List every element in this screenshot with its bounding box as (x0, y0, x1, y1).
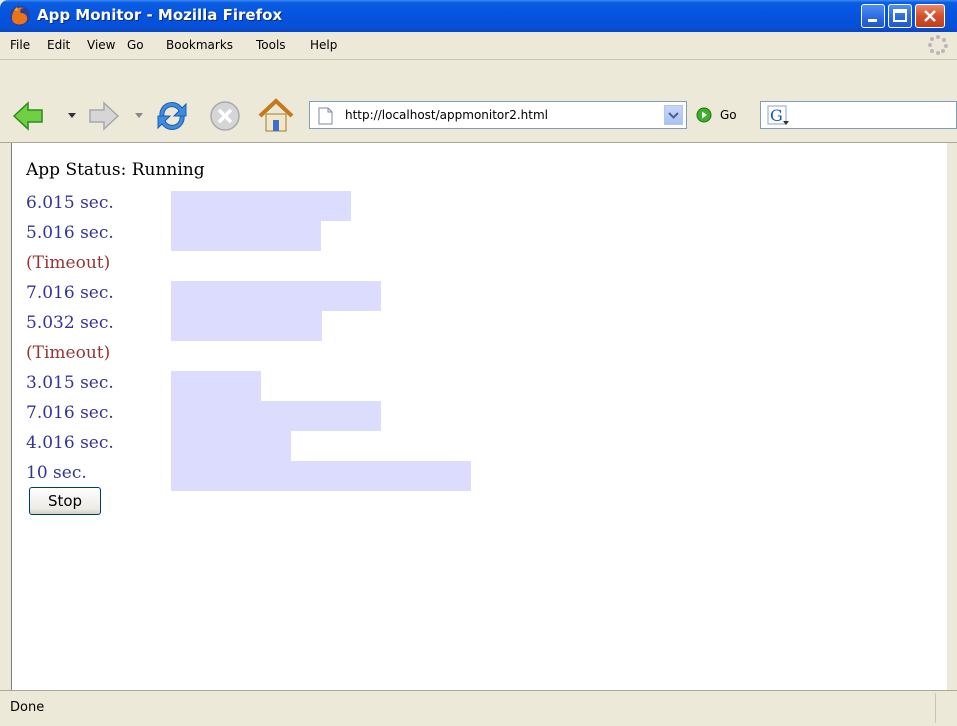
status-bar: Done (0, 690, 957, 726)
minimize-button[interactable] (861, 4, 885, 28)
duration-bar (171, 311, 322, 341)
result-row: 5.016 sec. (26, 220, 526, 251)
duration-bar (171, 281, 381, 311)
url-bar[interactable]: http://localhost/appmonitor2.html (309, 101, 687, 129)
close-button[interactable] (915, 4, 945, 28)
duration-label: 6.015 sec. (26, 193, 114, 213)
duration-label: 4.016 sec. (26, 433, 114, 453)
resize-grip-icon[interactable] (935, 693, 957, 723)
duration-label: 10 sec. (26, 463, 87, 483)
google-icon[interactable]: G (767, 105, 791, 127)
app-status-text: App Status: Running (26, 160, 205, 180)
duration-bar (171, 221, 321, 251)
url-text[interactable]: http://localhost/appmonitor2.html (345, 108, 548, 122)
result-row: 6.015 sec. (26, 190, 526, 221)
reload-icon[interactable] (152, 96, 192, 136)
menu-edit[interactable]: Edit (47, 38, 70, 52)
result-row: 10 sec. (26, 460, 526, 491)
menu-tools[interactable]: Tools (256, 38, 286, 52)
back-dropdown-icon[interactable] (67, 112, 77, 120)
back-icon[interactable] (10, 98, 46, 134)
timeout-label: (Timeout) (26, 253, 111, 273)
duration-bar (171, 191, 351, 221)
timeout-label: (Timeout) (26, 343, 111, 363)
duration-bar (171, 431, 291, 461)
result-row: 7.016 sec. (26, 280, 526, 311)
duration-label: 5.016 sec. (26, 223, 114, 243)
result-row: (Timeout) (26, 340, 526, 370)
svg-text:G: G (770, 106, 783, 125)
page-content: App Status: Running 6.015 sec. 5.016 sec.… (11, 143, 947, 690)
minimize-icon (868, 19, 877, 22)
stop-button[interactable]: Stop (29, 487, 101, 515)
menu-file[interactable]: File (10, 38, 30, 52)
menu-view[interactable]: View (87, 38, 115, 52)
throbber-icon (928, 35, 948, 55)
result-row: 4.016 sec. (26, 430, 526, 461)
result-row: (Timeout) (26, 250, 526, 280)
duration-bar (171, 371, 261, 401)
result-row: 5.032 sec. (26, 310, 526, 341)
window-title: App Monitor - Mozilla Firefox (37, 6, 283, 24)
close-icon (924, 10, 936, 22)
firefox-icon (10, 6, 30, 26)
duration-bar (171, 401, 381, 431)
browser-window: App Monitor - Mozilla Firefox File Edit … (0, 0, 957, 726)
duration-label: 7.016 sec. (26, 403, 114, 423)
duration-label: 3.015 sec. (26, 373, 114, 393)
url-dropdown-button[interactable] (664, 105, 683, 125)
stop-icon[interactable] (207, 98, 243, 134)
duration-label: 5.032 sec. (26, 313, 114, 333)
duration-label: 7.016 sec. (26, 283, 114, 303)
menu-help[interactable]: Help (310, 38, 337, 52)
result-row: 3.015 sec. (26, 370, 526, 401)
result-row: 7.016 sec. (26, 400, 526, 431)
home-icon[interactable] (256, 96, 296, 136)
status-text: Done (10, 700, 45, 715)
search-box[interactable]: G (760, 101, 957, 129)
go-icon[interactable] (696, 107, 712, 123)
page-icon (318, 107, 333, 125)
forward-icon[interactable] (86, 98, 122, 134)
go-button[interactable]: Go (720, 108, 737, 122)
maximize-icon (893, 9, 907, 22)
maximize-button[interactable] (888, 4, 912, 28)
forward-dropdown-icon[interactable] (134, 112, 144, 120)
menu-bookmarks[interactable]: Bookmarks (166, 38, 233, 52)
title-bar[interactable]: App Monitor - Mozilla Firefox (0, 0, 957, 32)
menu-bar: File Edit View Go Bookmarks Tools Help (0, 32, 957, 60)
chevron-down-icon (668, 112, 679, 119)
menu-go[interactable]: Go (127, 38, 144, 52)
duration-bar (171, 461, 471, 491)
